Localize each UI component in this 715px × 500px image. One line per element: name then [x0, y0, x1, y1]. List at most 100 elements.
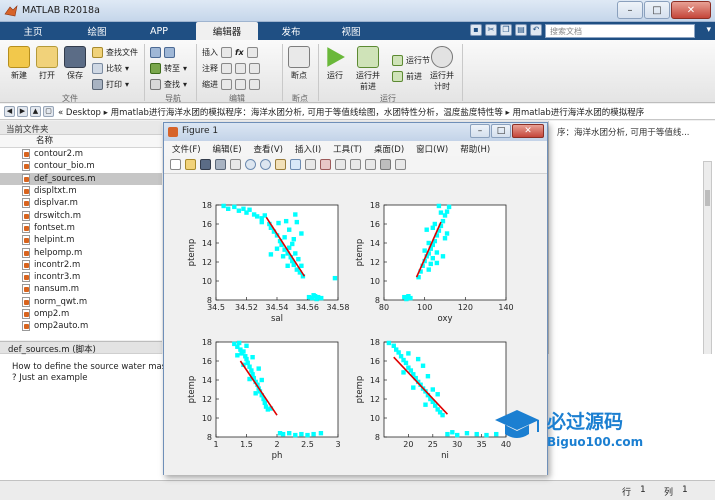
- legend-icon[interactable]: [365, 159, 376, 170]
- list-item-selected[interactable]: def_sources.m: [0, 172, 162, 185]
- advance-icon: [392, 70, 403, 82]
- y-tick-label: 14: [202, 376, 212, 385]
- data-point: [247, 364, 252, 369]
- close-icon[interactable]: ✕: [512, 124, 544, 138]
- data-cursor-icon[interactable]: [305, 159, 316, 170]
- tab-view[interactable]: 视图: [322, 22, 380, 40]
- advance-button[interactable]: 前进: [392, 70, 422, 82]
- tab-apps[interactable]: APP: [130, 22, 188, 40]
- close-icon[interactable]: ✕: [671, 1, 711, 19]
- arrow-left-icon[interactable]: ◀: [4, 106, 15, 117]
- menu-file[interactable]: 文件(F): [172, 143, 201, 155]
- undo-icon[interactable]: ↶: [530, 24, 542, 36]
- run-and-time-button[interactable]: 运行并 计时: [430, 46, 454, 92]
- dock-icon[interactable]: [395, 159, 406, 170]
- menu-insert[interactable]: 插入(I): [295, 143, 321, 155]
- browse-folder-icon[interactable]: ▢: [43, 106, 54, 117]
- menu-desktop[interactable]: 桌面(D): [374, 143, 404, 155]
- menu-view[interactable]: 查看(V): [254, 143, 283, 155]
- new-figure-icon[interactable]: [170, 159, 181, 170]
- list-item[interactable]: incontr3.m: [0, 271, 162, 283]
- scrollbar-thumb[interactable]: [705, 190, 710, 206]
- goto-button[interactable]: 转至 ▾: [150, 62, 187, 74]
- list-item[interactable]: incontr2.m: [0, 259, 162, 271]
- run-section-label: 运行节: [406, 55, 430, 65]
- list-item[interactable]: contour2.m: [0, 148, 162, 160]
- colorbar-icon[interactable]: [350, 159, 361, 170]
- data-point: [423, 402, 428, 407]
- list-item[interactable]: contour_bio.m: [0, 160, 162, 172]
- editor-pane[interactable]: 序：海洋水团分析, 可用于等值线...: [548, 121, 715, 461]
- list-item[interactable]: displtxt.m: [0, 185, 162, 197]
- compare-button[interactable]: 比较 ▾: [92, 62, 129, 74]
- data-point: [299, 263, 304, 268]
- print-icon[interactable]: [215, 159, 226, 170]
- folder-up-icon[interactable]: ▲: [30, 106, 41, 117]
- indent-button[interactable]: 缩进: [202, 78, 260, 90]
- menu-tools[interactable]: 工具(T): [333, 143, 362, 155]
- list-item[interactable]: fontset.m: [0, 222, 162, 234]
- file-name: contour2.m: [34, 149, 84, 160]
- print-button[interactable]: 打印 ▾: [92, 78, 129, 90]
- run-advance-button[interactable]: 运行并 前进: [356, 46, 380, 92]
- list-item[interactable]: drswitch.m: [0, 209, 162, 221]
- data-point: [408, 295, 413, 301]
- data-point: [430, 256, 435, 261]
- list-item[interactable]: helpomp.m: [0, 246, 162, 258]
- name-column-header[interactable]: 名称: [0, 135, 162, 148]
- menu-help[interactable]: 帮助(H): [460, 143, 490, 155]
- run-button[interactable]: 运行: [324, 46, 346, 81]
- zoom-out-icon[interactable]: [260, 159, 271, 170]
- insert-section-icon: [246, 46, 258, 58]
- rotate-icon[interactable]: [290, 159, 301, 170]
- current-path: « Desktop ▸ 用matlab进行海洋水团的模拟程序：海洋水团分析, 可…: [58, 107, 645, 118]
- brush-icon[interactable]: [320, 159, 331, 170]
- paste-icon[interactable]: ▤: [515, 24, 527, 36]
- new-button[interactable]: 新建: [8, 46, 30, 81]
- search-dropdown-icon[interactable]: ▾: [706, 25, 711, 35]
- tab-editor[interactable]: 编辑器: [196, 22, 258, 40]
- arrow-right-icon[interactable]: ▶: [17, 106, 28, 117]
- x-tick-label: 34.52: [235, 303, 258, 312]
- pointer-icon[interactable]: [230, 159, 241, 170]
- breakpoints-button[interactable]: 断点: [288, 46, 310, 81]
- minimize-icon[interactable]: –: [617, 1, 643, 19]
- back-forward-buttons[interactable]: [150, 46, 175, 58]
- menu-window[interactable]: 窗口(W): [416, 143, 448, 155]
- comment-button[interactable]: 注释: [202, 62, 260, 74]
- hide-tools-icon[interactable]: [380, 159, 391, 170]
- list-item[interactable]: helpint.m: [0, 234, 162, 246]
- find-file-button[interactable]: 查找文件: [92, 46, 138, 58]
- list-item[interactable]: omp2auto.m: [0, 320, 162, 332]
- fx-icon[interactable]: fx: [235, 48, 244, 57]
- figure-title-bar[interactable]: Figure 1 – □ ✕: [164, 123, 547, 141]
- zoom-in-icon[interactable]: [245, 159, 256, 170]
- run-section-button[interactable]: 运行节: [392, 54, 430, 66]
- maximize-icon[interactable]: □: [644, 1, 670, 19]
- y-tick-label: 12: [370, 258, 380, 267]
- address-bar[interactable]: ◀ ▶ ▲ ▢ « Desktop ▸ 用matlab进行海洋水团的模拟程序：海…: [0, 104, 715, 120]
- tab-publish[interactable]: 发布: [262, 22, 320, 40]
- pan-icon[interactable]: [275, 159, 286, 170]
- cut-icon[interactable]: ✂: [485, 24, 497, 36]
- save-button[interactable]: 保存: [64, 46, 86, 81]
- open-button[interactable]: 打开: [36, 46, 58, 81]
- link-plot-icon[interactable]: [335, 159, 346, 170]
- copy-icon[interactable]: ❐: [500, 24, 512, 36]
- menu-edit[interactable]: 编辑(E): [213, 143, 242, 155]
- find-button[interactable]: 查找 ▾: [150, 78, 187, 90]
- maximize-icon[interactable]: □: [491, 124, 511, 138]
- search-documentation-input[interactable]: 搜索文档: [545, 24, 695, 38]
- insert-button[interactable]: 插入 fx: [202, 46, 258, 58]
- save-icon[interactable]: [200, 159, 211, 170]
- list-item[interactable]: nansum.m: [0, 283, 162, 295]
- list-item[interactable]: displvar.m: [0, 197, 162, 209]
- list-item[interactable]: norm_qwt.m: [0, 296, 162, 308]
- open-file-icon[interactable]: [185, 159, 196, 170]
- minimize-icon[interactable]: –: [470, 124, 490, 138]
- tab-home[interactable]: 主页: [4, 22, 62, 40]
- save-icon[interactable]: ▪: [470, 24, 482, 36]
- tab-plots[interactable]: 绘图: [68, 22, 126, 40]
- list-item[interactable]: omp2.m: [0, 308, 162, 320]
- data-point: [455, 432, 460, 438]
